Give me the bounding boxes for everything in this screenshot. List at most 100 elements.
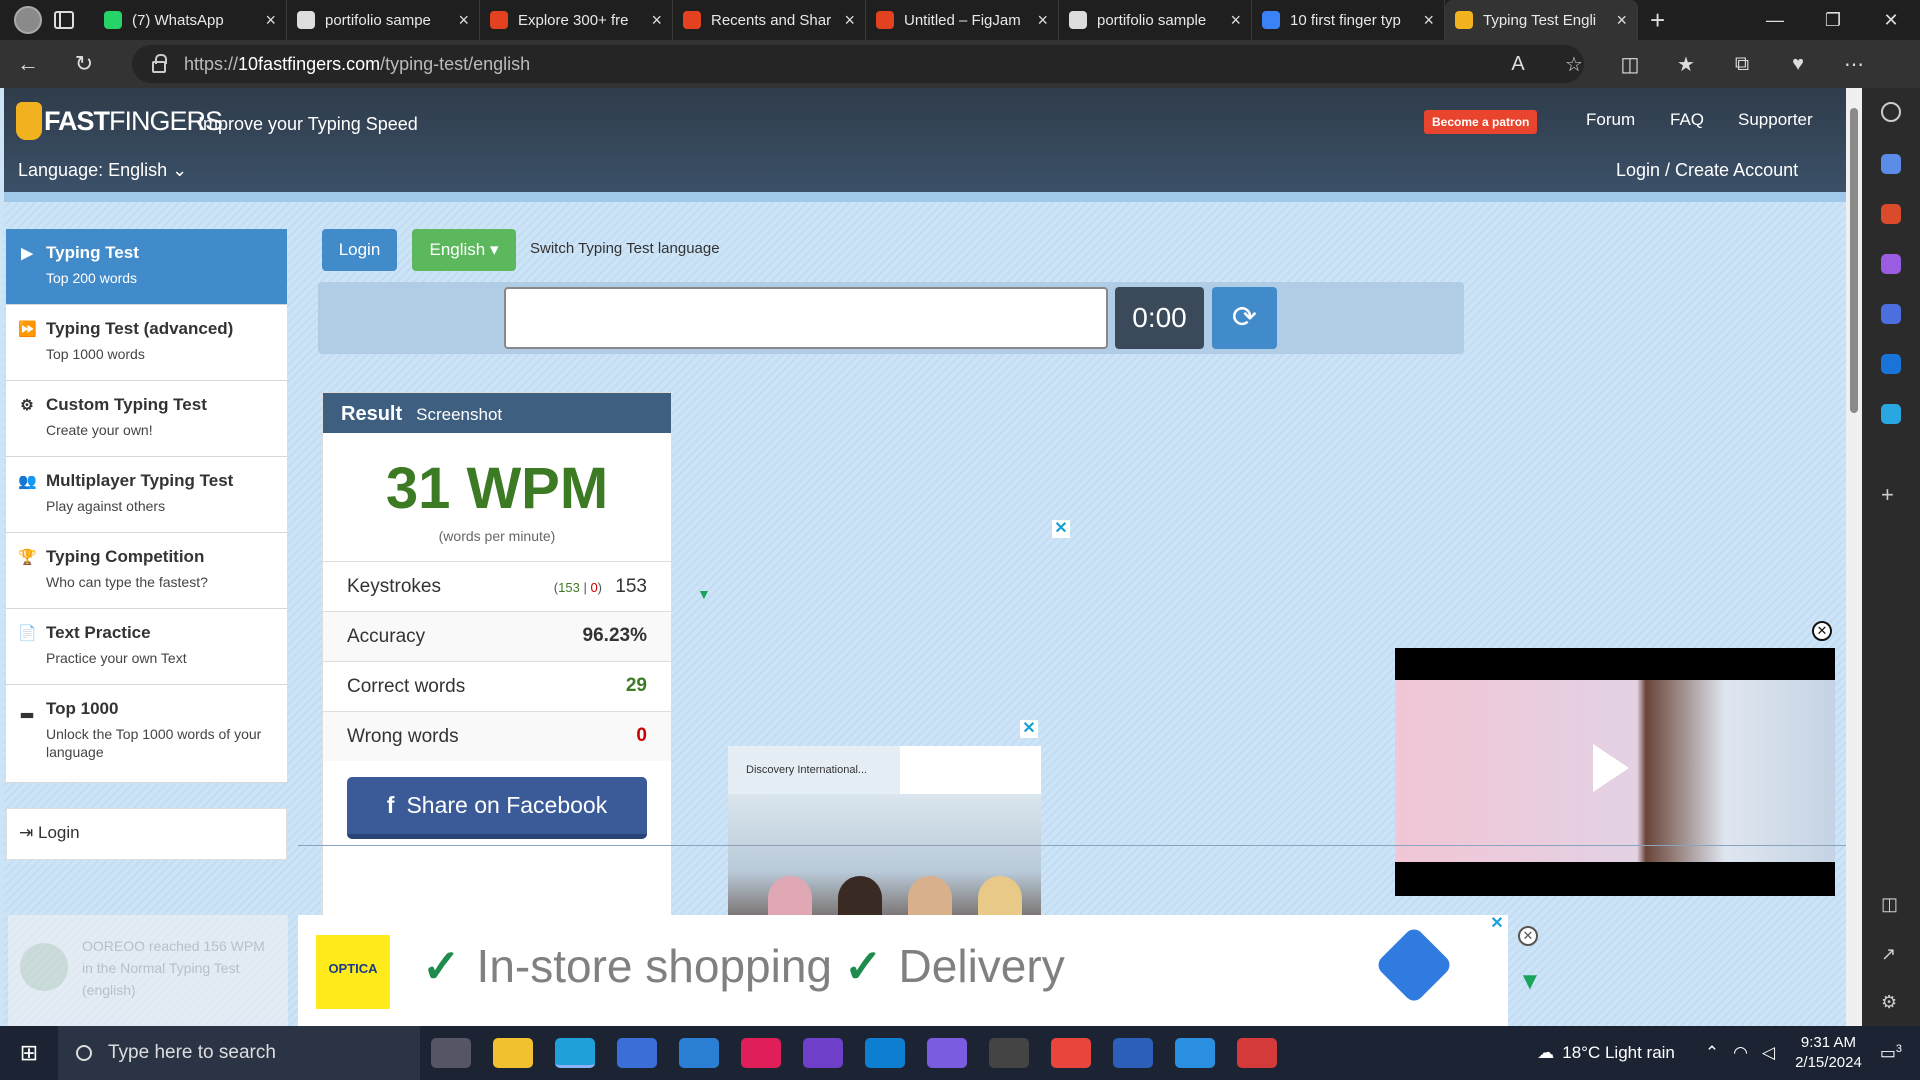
app-icon[interactable] <box>1237 1038 1277 1068</box>
dismiss-ad-icon[interactable]: ✕ <box>1518 926 1538 946</box>
close-tab-icon[interactable]: × <box>844 10 855 31</box>
new-tab-button[interactable]: + <box>1650 5 1665 36</box>
outlook-icon[interactable] <box>1881 354 1901 374</box>
browser-tab[interactable]: Recents and Shar × <box>673 0 866 40</box>
menu-item-custom-typing-test[interactable]: ⚙ Custom Typing Test Create your own! <box>6 381 287 457</box>
menu-item-typing-test[interactable]: ▶ Typing Test Top 200 words <box>6 229 287 305</box>
nav-forum[interactable]: Forum <box>1586 110 1635 130</box>
games-icon[interactable] <box>1881 254 1901 274</box>
shopping-icon[interactable] <box>1881 154 1901 174</box>
menu-item-typing-competition[interactable]: 🏆 Typing Competition Who can type the fast… <box>6 533 287 609</box>
close-tab-icon[interactable]: × <box>265 10 276 31</box>
tools-icon[interactable] <box>1881 204 1901 224</box>
browser-tab[interactable]: portifolio sampe × <box>287 0 480 40</box>
close-window-button[interactable]: ✕ <box>1862 0 1920 40</box>
settings-gear-icon[interactable]: ⚙ <box>1881 992 1897 1013</box>
volume-icon[interactable]: ◁ <box>1762 1043 1775 1063</box>
task-view-icon[interactable] <box>431 1038 471 1068</box>
minimize-button[interactable]: — <box>1746 0 1804 40</box>
word-icon[interactable] <box>1113 1038 1153 1068</box>
close-tab-icon[interactable]: × <box>651 10 662 31</box>
share-facebook-button[interactable]: f Share on Facebook <box>347 777 647 839</box>
tab-actions-icon[interactable] <box>54 11 74 29</box>
directions-icon[interactable] <box>1374 925 1454 1005</box>
browser-tab[interactable]: Explore 300+ fre × <box>480 0 673 40</box>
browser-tab[interactable]: portifolio sample × <box>1059 0 1252 40</box>
nav-supporter[interactable]: Supporter <box>1738 110 1813 130</box>
slack-icon[interactable] <box>741 1038 781 1068</box>
menu-item-multiplayer-typing-test[interactable]: 👥 Multiplayer Typing Test Play against oth… <box>6 457 287 533</box>
bottom-banner-ad[interactable]: OPTICA ✓ In-store shopping ✓ Delivery ✕ <box>298 915 1508 1026</box>
copilot-icon[interactable] <box>1881 304 1901 324</box>
page-scrollbar[interactable] <box>1846 88 1862 1026</box>
browser-tab[interactable]: Typing Test Engli × <box>1445 0 1638 40</box>
timer: 0:00 <box>1115 287 1204 349</box>
read-aloud-icon[interactable]: A <box>1490 53 1546 76</box>
reload-icon[interactable]: ↻ <box>56 51 112 77</box>
typing-input[interactable] <box>504 287 1108 349</box>
url-field[interactable]: https://10fastfingers.com/typing-test/en… <box>132 45 1584 83</box>
profile-avatar[interactable] <box>14 6 42 34</box>
site-logo[interactable]: FASTFINGERS <box>16 96 223 146</box>
split-screen-icon[interactable]: ◫ <box>1602 52 1658 77</box>
tray-chevron-icon[interactable]: ⌃ <box>1705 1043 1719 1063</box>
network-icon[interactable]: ◠ <box>1733 1043 1748 1063</box>
wpm-caption: (words per minute) <box>438 528 556 544</box>
app-icon[interactable] <box>927 1038 967 1068</box>
video-ad[interactable] <box>1395 648 1835 896</box>
taskbar-search[interactable]: Type here to search <box>58 1026 420 1080</box>
restart-button[interactable]: ⟳ <box>1212 287 1277 349</box>
close-ad-icon[interactable]: ✕ <box>1052 520 1070 538</box>
favorites-icon[interactable]: ★ <box>1658 52 1714 77</box>
menu-item-typing-test-advanced[interactable]: ⏩ Typing Test (advanced) Top 1000 words <box>6 305 287 381</box>
close-tab-icon[interactable]: × <box>458 10 469 31</box>
close-tab-icon[interactable]: × <box>1423 10 1434 31</box>
login-button[interactable]: Login <box>322 229 397 271</box>
app-icon[interactable] <box>989 1038 1029 1068</box>
edge-icon[interactable] <box>555 1038 595 1068</box>
browser-tab[interactable]: (7) WhatsApp × <box>94 0 287 40</box>
language-dropdown-button[interactable]: English ▾ <box>412 229 516 271</box>
close-ad-icon[interactable]: ✕ <box>1020 720 1038 738</box>
notifications-icon[interactable]: ▭3 <box>1880 1043 1902 1064</box>
screenshot-link[interactable]: Screenshot <box>416 405 502 424</box>
favorite-star-icon[interactable]: ☆ <box>1546 52 1602 77</box>
vscode-icon[interactable] <box>865 1038 905 1068</box>
image-ad[interactable]: Discovery International... <box>728 746 1041 936</box>
browser-tab-bar: (7) WhatsApp × portifolio sampe × Explore 30… <box>0 0 1920 40</box>
browser-tab[interactable]: 10 first finger typ × <box>1252 0 1445 40</box>
telegram-icon[interactable] <box>1881 404 1901 424</box>
restore-button[interactable]: ❐ <box>1804 0 1862 40</box>
photos-icon[interactable] <box>1175 1038 1215 1068</box>
chrome-icon[interactable] <box>1051 1038 1091 1068</box>
menu-item-top-1000[interactable]: ▂ Top 1000 Unlock the Top 1000 words of yo… <box>6 685 287 783</box>
become-patron-button[interactable]: Become a patron <box>1424 110 1538 134</box>
health-icon[interactable]: ♥ <box>1770 53 1826 76</box>
mail-icon[interactable] <box>679 1038 719 1068</box>
close-video-icon[interactable]: ✕ <box>1812 621 1832 641</box>
browser-tab[interactable]: Untitled – FigJam × <box>866 0 1059 40</box>
file-explorer-icon[interactable] <box>493 1038 533 1068</box>
more-menu-icon[interactable]: ⋯ <box>1826 52 1882 77</box>
close-tab-icon[interactable]: × <box>1037 10 1048 31</box>
weather-text[interactable]: 18°C Light rain <box>1562 1043 1675 1063</box>
clock[interactable]: 9:31 AM 2/15/2024 <box>1795 1033 1862 1073</box>
close-tab-icon[interactable]: × <box>1616 10 1627 31</box>
menu-login-link[interactable]: ⇥ Login <box>6 808 287 860</box>
collections-icon[interactable]: ⧉ <box>1714 53 1770 76</box>
search-icon[interactable] <box>1881 102 1901 122</box>
language-selector[interactable]: Language: English ⌄ <box>18 160 187 181</box>
add-icon[interactable]: + <box>1881 482 1894 508</box>
nav-faq[interactable]: FAQ <box>1670 110 1704 130</box>
close-ad-icon[interactable]: ✕ <box>1488 915 1506 933</box>
start-button[interactable]: ⊞ <box>0 1040 58 1066</box>
back-icon[interactable]: ← <box>0 51 56 77</box>
store-icon[interactable] <box>617 1038 657 1068</box>
close-tab-icon[interactable]: × <box>1230 10 1241 31</box>
menu-item-text-practice[interactable]: 📄 Text Practice Practice your own Text <box>6 609 287 685</box>
external-link-icon[interactable]: ↗ <box>1881 944 1896 965</box>
play-icon[interactable] <box>1593 744 1629 792</box>
github-icon[interactable] <box>803 1038 843 1068</box>
sidebar-toggle-icon[interactable]: ◫ <box>1881 894 1898 915</box>
login-create-account-link[interactable]: Login / Create Account <box>1616 160 1798 181</box>
